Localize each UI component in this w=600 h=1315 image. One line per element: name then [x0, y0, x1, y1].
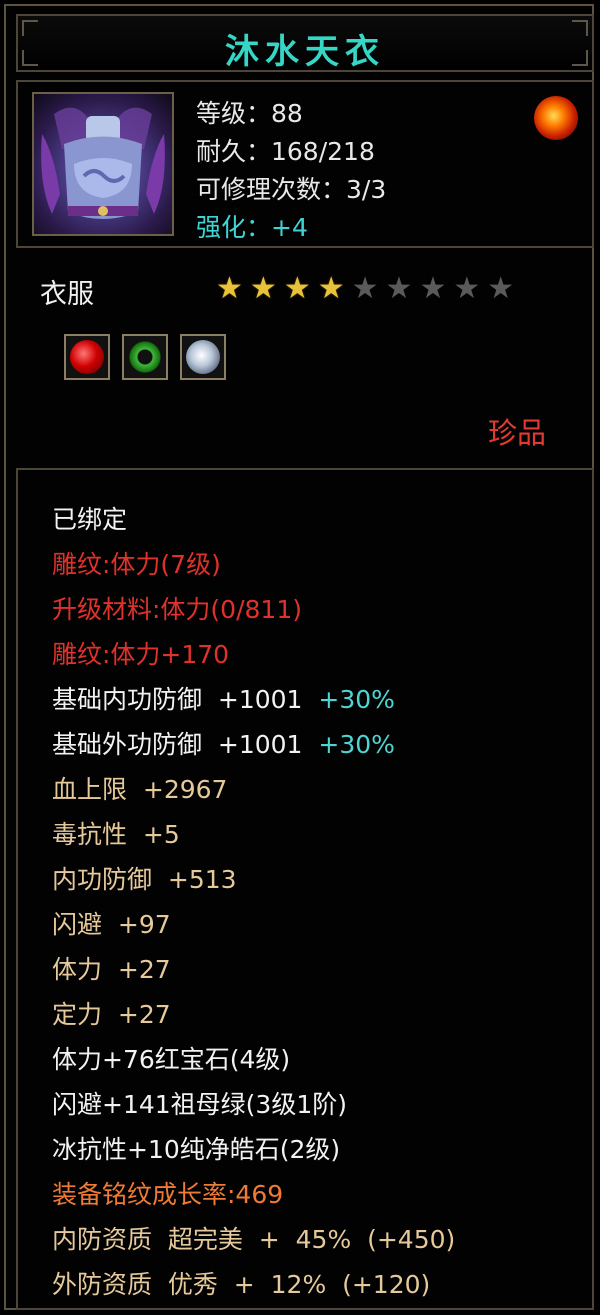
inner-quality-line: 内防资质 超完美 + 45% (+450): [52, 1225, 456, 1254]
hp-max-line: 血上限 +2967: [52, 775, 228, 804]
star-empty-icon: ★: [419, 271, 447, 306]
gem-slot[interactable]: [64, 334, 110, 380]
outer-defense-base-line: 基础外功防御 +1001 +30%: [52, 725, 395, 761]
stamina-line: 体力 +27: [52, 955, 171, 984]
rarity-label: 珍品: [487, 416, 546, 450]
gem-slot[interactable]: [122, 334, 168, 380]
level-text: 等级：88: [196, 99, 303, 128]
gem-emerald-line: 闪避+141祖母绿(3级1阶): [52, 1090, 347, 1119]
inner-defense-base-line: 基础内功防御 +1001 +30%: [52, 680, 395, 716]
outer-defense-base-value: 基础外功防御 +1001: [52, 730, 303, 759]
item-name: 沐水天衣: [225, 32, 385, 72]
poison-res-line: 毒抗性 +5: [52, 820, 180, 849]
outer-defense-bonus: +30%: [318, 730, 395, 759]
green-jade-ring-icon: [128, 340, 162, 374]
star-filled-icon: ★: [317, 271, 345, 306]
fire-orb-icon: [534, 96, 578, 140]
gem-slot[interactable]: [180, 334, 226, 380]
star-rating: ★ ★ ★ ★ ★ ★ ★ ★ ★: [216, 274, 514, 304]
upgrade-material-line: 升级材料:体力(0/811): [52, 595, 302, 624]
gem-slots: [64, 334, 226, 380]
star-empty-icon: ★: [385, 271, 413, 306]
inner-defense-base-value: 基础内功防御 +1001: [52, 685, 303, 714]
white-diamond-icon: [186, 340, 220, 374]
star-empty-icon: ★: [351, 271, 379, 306]
title-bar: 沐水天衣: [16, 14, 594, 72]
star-empty-icon: ★: [487, 271, 515, 306]
engrave-level-line: 雕纹:体力(7级): [52, 550, 221, 579]
dodge-line: 闪避 +97: [52, 910, 171, 939]
star-filled-icon: ★: [249, 271, 277, 306]
inner-defense-bonus: +30%: [318, 685, 395, 714]
red-gem-icon: [70, 340, 104, 374]
item-tooltip: 沐水天衣 等级：88 耐久：168/218 可修理次数：3/3 强化：+4 衣服…: [4, 4, 594, 1310]
star-empty-icon: ★: [453, 271, 481, 306]
star-filled-icon: ★: [283, 271, 311, 306]
star-filled-icon: ★: [216, 271, 243, 306]
armor-portrait-icon: [32, 92, 174, 236]
enhance-text: 强化：+4: [196, 213, 308, 242]
growth-rate-line: 装备铭纹成长率:469: [52, 1180, 284, 1209]
gem-ruby-line: 体力+76红宝石(4级): [52, 1045, 291, 1074]
gem-diamond-line: 冰抗性+10纯净皓石(2级): [52, 1135, 341, 1164]
item-header: 等级：88 耐久：168/218 可修理次数：3/3 强化：+4: [16, 80, 594, 248]
item-category: 衣服: [40, 279, 94, 310]
durability-text: 耐久：168/218: [196, 137, 375, 166]
focus-line: 定力 +27: [52, 1000, 171, 1029]
outer-quality-line: 外防资质 优秀 + 12% (+120): [52, 1270, 431, 1299]
repair-count-text: 可修理次数：3/3: [196, 175, 387, 204]
stats-panel: 已绑定 雕纹:体力(7级) 升级材料:体力(0/811) 雕纹:体力+170 基…: [16, 468, 594, 1310]
engrave-bonus-line: 雕纹:体力+170: [52, 640, 230, 669]
inner-defense-line: 内功防御 +513: [52, 865, 237, 894]
bound-status: 已绑定: [52, 505, 128, 534]
